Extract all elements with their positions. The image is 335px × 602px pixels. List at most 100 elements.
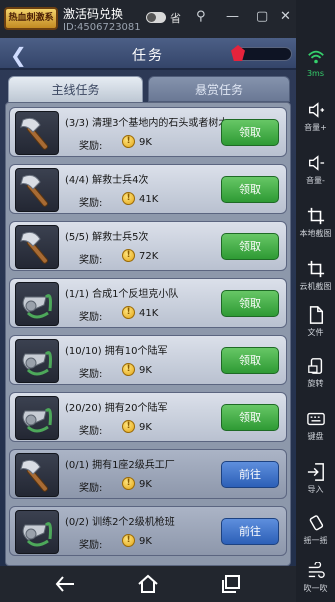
task-card: (0/1) 拥有1座2级兵工厂奖励:! 9K 前往 (9, 449, 287, 499)
reward-value: 9K (139, 479, 152, 490)
task-title: (20/20) 拥有20个陆军 (65, 403, 168, 414)
tab-bounty-quest[interactable]: 悬赏任务 (148, 76, 290, 102)
local-screenshot-button[interactable]: 本地截图 (296, 207, 335, 239)
reward-value: 9K (139, 422, 152, 433)
emulator-sidebar: 3ms 音量+ 音量- 本地截图 云机截图 文件 旋转 键盘 导入 摇一摇 吹一… (296, 0, 335, 602)
home-nav-button[interactable] (137, 574, 159, 594)
claim-button[interactable]: 领取 (221, 404, 279, 431)
task-title: (4/4) 解救士兵4次 (65, 175, 149, 186)
whistle-icon (15, 282, 59, 326)
back-arrow-icon (55, 576, 74, 592)
task-title: (0/1) 拥有1座2级兵工厂 (65, 460, 175, 471)
task-card: (3/3) 清理3个基地内的石头或者树木 奖励:! 9K 领取 (9, 107, 287, 157)
import-label: 导入 (307, 485, 324, 494)
recent-apps-button[interactable] (220, 574, 242, 594)
claim-button[interactable]: 领取 (221, 290, 279, 317)
go-button[interactable]: 前往 (221, 518, 279, 545)
task-title: (1/1) 合成1个反坦克小队 (65, 289, 179, 300)
task-tabs: 主线任务 悬赏任务 (8, 76, 290, 102)
axe-icon (15, 168, 59, 212)
back-nav-button[interactable] (54, 574, 76, 594)
gold-coin-icon: ! (122, 477, 135, 490)
pin-icon[interactable]: ⚲ (196, 9, 206, 24)
import-icon (307, 463, 324, 481)
wifi-icon (307, 50, 324, 64)
task-card: (1/1) 合成1个反坦克小队奖励:! 41K 领取 (9, 278, 287, 328)
claim-button[interactable]: 领取 (221, 233, 279, 260)
save-toggle[interactable] (146, 12, 166, 23)
reward-value: 41K (139, 194, 159, 205)
task-title: (3/3) 清理3个基地内的石头或者树木 (65, 118, 229, 129)
task-list[interactable]: (3/3) 清理3个基地内的石头或者树木奖励:! 9K 领取 (4/4) 解救士兵4次… (5, 102, 291, 566)
whistle-icon (15, 339, 59, 383)
file-button[interactable]: 文件 (296, 306, 335, 338)
android-nav-bar (0, 566, 296, 602)
gold-coin-icon: ! (122, 420, 135, 433)
reward-label: 奖励: (79, 540, 103, 551)
whistle-icon (15, 510, 59, 554)
volume-down-label: 音量- (306, 176, 325, 185)
task-card: (4/4) 解救士兵4次 奖励:! 41K 领取 (9, 164, 287, 214)
volume-up-button[interactable]: 音量+ (296, 101, 335, 133)
maximize-icon[interactable]: ▢ (256, 9, 268, 24)
keyboard-button[interactable]: 键盘 (296, 410, 335, 442)
reward-label: 奖励: (79, 255, 103, 266)
network-latency: 3ms (296, 48, 335, 78)
reward-value: 41K (139, 308, 159, 319)
app-logo[interactable]: 热血刺激系 (4, 7, 58, 30)
rotate-button[interactable]: 旋转 (296, 357, 335, 389)
game-screen: ❮ 任务 主线任务 悬赏任务 (3/3) 清理3个基地内的石头或者树木 奖励:! 9… (0, 38, 296, 566)
gold-coin-icon: ! (122, 249, 135, 262)
gold-coin-icon: ! (122, 306, 135, 319)
minimize-icon[interactable]: — (226, 9, 239, 24)
save-label: 省 (170, 12, 181, 25)
reward-label: 奖励: (79, 141, 103, 152)
claim-button[interactable]: 领取 (221, 347, 279, 374)
device-id: ID:4506723081 (63, 22, 141, 33)
shake-button[interactable]: 摇一摇 (296, 514, 335, 546)
home-icon (138, 574, 158, 593)
file-icon (309, 306, 323, 324)
blow-button[interactable]: 吹一吹 (296, 562, 335, 594)
gold-coin-icon: ! (122, 363, 135, 376)
axe-icon (15, 111, 59, 155)
reward-label: 奖励: (79, 369, 103, 380)
axe-icon (15, 225, 59, 269)
keyboard-icon (306, 412, 325, 426)
task-title: (0/2) 训练2个2级机枪班 (65, 517, 175, 528)
local-screenshot-label: 本地截图 (299, 229, 332, 238)
reward-value: 9K (139, 536, 152, 547)
crop-icon (307, 207, 324, 225)
app-logo-text: 热血刺激系 (8, 13, 54, 23)
task-title: (10/10) 拥有10个陆军 (65, 346, 168, 357)
reward-label: 奖励: (79, 426, 103, 437)
volume-down-button[interactable]: 音量- (296, 154, 335, 186)
shake-label: 摇一摇 (303, 536, 328, 545)
cloud-screenshot-button[interactable]: 云机截图 (296, 260, 335, 292)
blow-label: 吹一吹 (303, 584, 328, 593)
reward-label: 奖励: (79, 198, 103, 209)
file-label: 文件 (307, 328, 324, 337)
task-card: (0/2) 训练2个2级机枪班 奖励:! 9K 前往 (9, 506, 287, 556)
crop-cloud-icon (307, 260, 324, 278)
task-card: (20/20) 拥有20个陆军奖励:! 9K 领取 (9, 392, 287, 442)
axe-icon (15, 453, 59, 497)
import-button[interactable]: 导入 (296, 463, 335, 495)
emulator-topbar: 热血刺激系 激活码兑换 ID:4506723081 省 ⚲ — ▢ ✕ (0, 0, 296, 38)
go-button[interactable]: 前往 (221, 461, 279, 488)
reward-label: 奖励: (79, 483, 103, 494)
task-card: (5/5) 解救士兵5次 奖励:! 72K 领取 (9, 221, 287, 271)
whistle-icon (15, 396, 59, 440)
keyboard-label: 键盘 (307, 432, 324, 441)
reward-label: 奖励: (79, 312, 103, 323)
tab-main-quest[interactable]: 主线任务 (8, 76, 143, 102)
claim-button[interactable]: 领取 (221, 176, 279, 203)
claim-button[interactable]: 领取 (221, 119, 279, 146)
shake-icon (309, 515, 323, 531)
activation-code-title[interactable]: 激活码兑换 (63, 5, 123, 22)
volume-down-icon (308, 155, 324, 171)
close-icon[interactable]: ✕ (280, 9, 291, 24)
recent-apps-icon (222, 575, 240, 593)
gold-coin-icon: ! (122, 135, 135, 148)
reward-value: 72K (139, 251, 159, 262)
